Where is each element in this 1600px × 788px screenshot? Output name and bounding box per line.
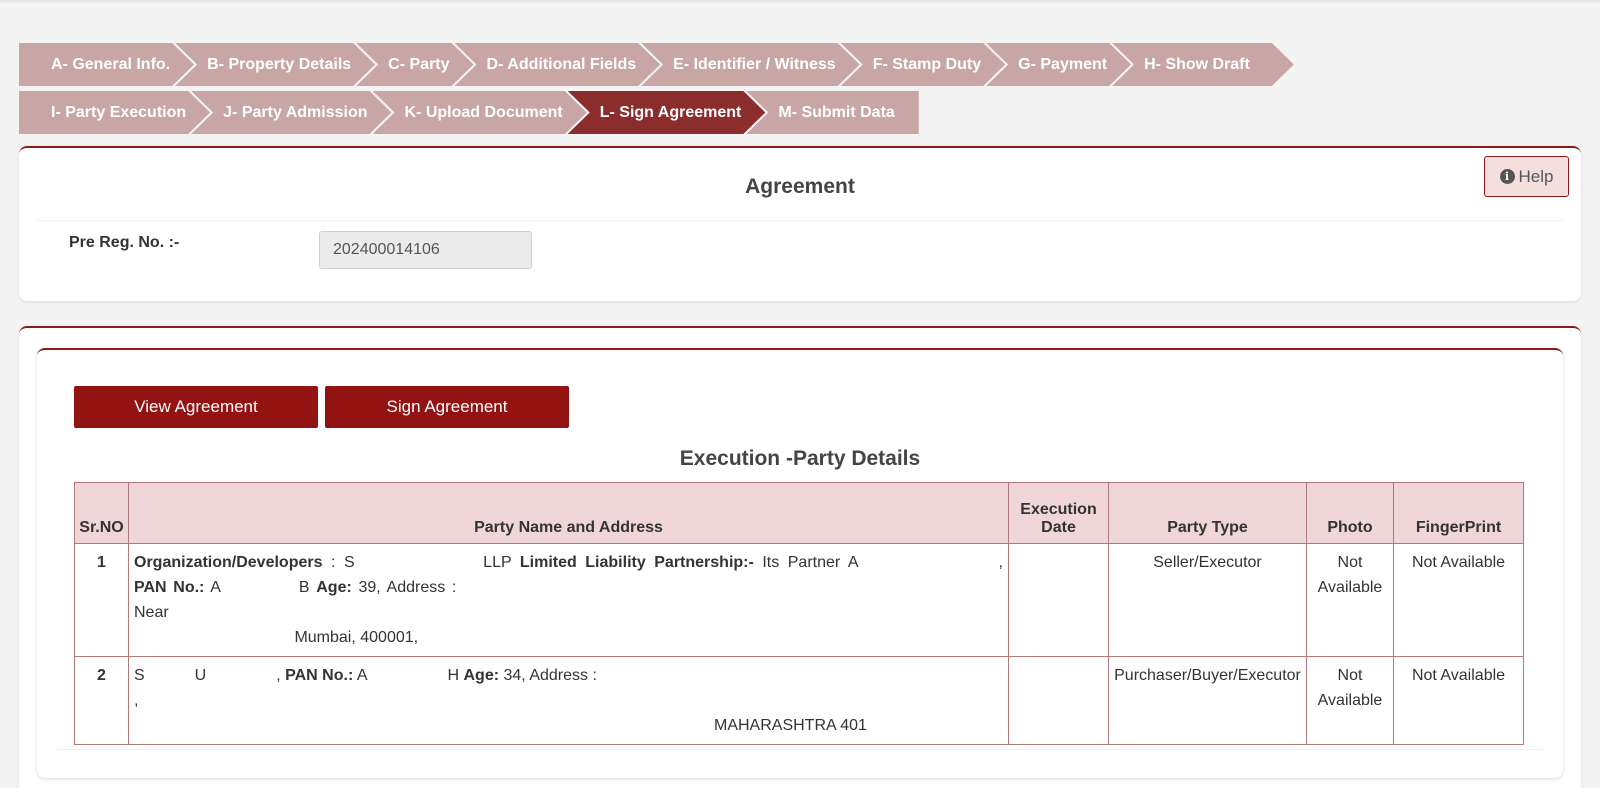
- photo-cell: Not Available: [1306, 543, 1394, 657]
- name-prefix: S: [134, 667, 145, 684]
- execution-date-cell: [1008, 543, 1109, 657]
- execution-party-title: Execution -Party Details: [679, 447, 921, 470]
- sr-no-cell: 1: [74, 543, 129, 657]
- table-row: 1 Organization/Developers : S LLP Limite…: [74, 543, 1524, 657]
- agreement-title: Agreement: [745, 175, 855, 198]
- step-payment[interactable]: G- Payment: [986, 43, 1131, 86]
- execution-card: View Agreement Sign Agreement Execution …: [19, 326, 1581, 788]
- party-type-cell: Purchaser/Buyer/Executor: [1108, 656, 1307, 745]
- col-fingerprint: FingerPrint: [1393, 482, 1524, 544]
- pan-prefix: A: [204, 579, 221, 596]
- redacted-block: [134, 628, 290, 647]
- pan-prefix: A: [353, 667, 368, 684]
- near-text: Near: [134, 604, 169, 621]
- age-label: Age:: [316, 579, 352, 596]
- step-party-execution[interactable]: I- Party Execution: [19, 91, 210, 134]
- step-party-admission[interactable]: J- Party Admission: [191, 91, 391, 134]
- execution-party-table: Sr.NO Party Name and Address Execution D…: [74, 482, 1524, 745]
- org-label: Organization/Developers: [134, 554, 323, 571]
- redacted-block: [463, 578, 1004, 597]
- wizard-steps: A- General Info. B- Property Details C- …: [19, 43, 1439, 139]
- col-party-type: Party Type: [1108, 482, 1307, 544]
- col-photo: Photo: [1306, 482, 1394, 544]
- step-sign-agreement[interactable]: L- Sign Agreement: [568, 91, 766, 134]
- step-submit-data[interactable]: M- Submit Data: [746, 91, 919, 134]
- address-tail: MAHARASHTRA 401: [714, 717, 867, 734]
- wizard-steps-row-2: I- Party Execution J- Party Admission K-…: [19, 91, 1439, 134]
- redacted-block: [144, 666, 195, 685]
- llp-label: Limited Liability Partnership:-: [519, 554, 754, 571]
- wizard-steps-row-1: A- General Info. B- Property Details C- …: [19, 43, 1439, 86]
- fingerprint-cell: Not Available: [1393, 656, 1524, 745]
- table-header-row: Sr.NO Party Name and Address Execution D…: [74, 482, 1524, 544]
- pan-label: PAN No.:: [285, 667, 354, 684]
- pan-suffix: B: [298, 579, 317, 596]
- party-name-address-cell: SU, PAN No.: AH Age: 34, Address : , MAHA…: [128, 656, 1009, 745]
- step-identifier-witness[interactable]: E- Identifier / Witness: [641, 43, 860, 86]
- redacted-block: [367, 666, 448, 685]
- age-label: Age:: [463, 667, 500, 684]
- redacted-block: [858, 553, 999, 572]
- llp-text: LLP: [474, 554, 520, 571]
- party-name-address-cell: Organization/Developers : S LLP Limited …: [128, 543, 1009, 657]
- name-prefix: : S: [322, 554, 355, 571]
- photo-cell: Not Available: [1306, 656, 1394, 745]
- step-additional-fields[interactable]: D- Additional Fields: [455, 43, 661, 86]
- agreement-card: i Help Agreement Pre Reg. No. :-: [19, 146, 1581, 301]
- fingerprint-cell: Not Available: [1393, 543, 1524, 657]
- sr-no-cell: 2: [74, 656, 129, 745]
- age-text: 34, Address :: [499, 667, 602, 684]
- divider: [57, 749, 1543, 750]
- redacted-block: [601, 666, 1002, 685]
- sign-agreement-button[interactable]: Sign Agreement: [325, 386, 569, 428]
- address-tail: Mumbai, 400001,: [294, 629, 419, 646]
- name-mid: U: [194, 667, 207, 684]
- pre-reg-label: Pre Reg. No. :-: [69, 234, 180, 251]
- redacted-block: [206, 666, 277, 685]
- partner-text: Its Partner A: [753, 554, 859, 571]
- pan-suffix: H: [447, 667, 464, 684]
- top-shadow: [0, 0, 1600, 4]
- step-general-info[interactable]: A- General Info.: [19, 43, 194, 86]
- pan-label: PAN No.:: [134, 579, 205, 596]
- execution-inner-card: View Agreement Sign Agreement Execution …: [37, 348, 1563, 778]
- age-text: 39, Address :: [351, 579, 464, 596]
- table-row: 2 SU, PAN No.: AH Age: 34, Address : , MA…: [74, 656, 1524, 745]
- view-agreement-button[interactable]: View Agreement: [74, 386, 318, 428]
- col-party-name-address: Party Name and Address: [128, 482, 1009, 544]
- col-execution-date: Execution Date: [1008, 482, 1109, 544]
- step-show-draft[interactable]: H- Show Draft: [1112, 43, 1294, 86]
- execution-date-cell: [1008, 656, 1109, 745]
- redacted-block: [354, 553, 475, 572]
- col-sr-no: Sr.NO: [74, 482, 129, 544]
- redacted-block: [134, 716, 714, 735]
- redacted-block: [220, 578, 299, 597]
- pre-reg-input[interactable]: [319, 231, 532, 269]
- party-type-cell: Seller/Executor: [1108, 543, 1307, 657]
- step-stamp-duty[interactable]: F- Stamp Duty: [841, 43, 1005, 86]
- divider: [37, 220, 1563, 221]
- step-upload-document[interactable]: K- Upload Document: [373, 91, 587, 134]
- step-property-details[interactable]: B- Property Details: [175, 43, 375, 86]
